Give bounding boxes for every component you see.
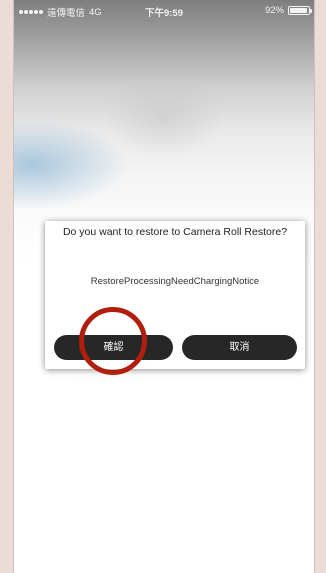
dialog-message: RestoreProcessingNeedChargingNotice [90,276,260,287]
battery-icon [288,6,312,15]
battery-percent: 92% [264,5,284,16]
status-right: 92% [264,5,312,16]
confirm-button[interactable]: 確認 [54,335,173,360]
phone-screen: 遠傳電信 4G 下午9:59 92% Do you want to restor… [13,0,315,573]
cancel-button[interactable]: 取消 [182,335,297,360]
battery-fill [290,8,307,13]
status-bar: 遠傳電信 4G 下午9:59 92% [14,0,314,20]
dialog-title: Do you want to restore to Camera Roll Re… [62,226,288,238]
restore-dialog: Do you want to restore to Camera Roll Re… [45,221,305,369]
